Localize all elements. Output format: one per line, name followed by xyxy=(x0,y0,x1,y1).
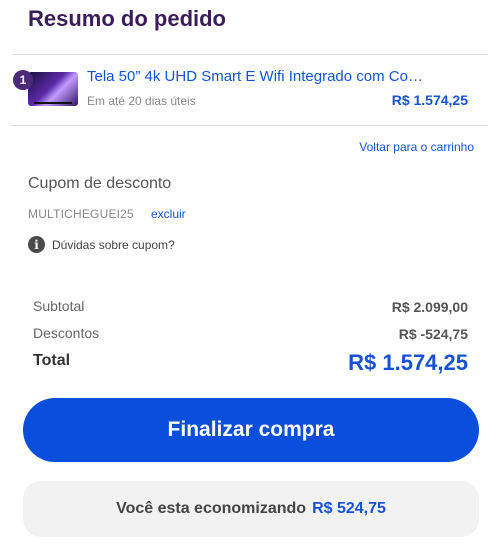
savings-text: Você esta economizando xyxy=(116,500,307,517)
savings-amount: R$ 524,75 xyxy=(312,500,386,517)
product-thumbnail[interactable] xyxy=(28,72,78,106)
discount-label: Descontos xyxy=(33,325,100,341)
checkout-button[interactable]: Finalizar compra xyxy=(23,398,479,462)
page-title: Resumo do pedido xyxy=(28,6,226,31)
coupon-help[interactable]: i Dúvidas sobre cupom? xyxy=(28,236,175,253)
quantity-badge: 1 xyxy=(13,70,33,90)
subtotal-label: Subtotal xyxy=(33,298,85,314)
product-price: R$ 1.574,25 xyxy=(391,92,468,108)
coupon-code: MULTICHEGUEI25 xyxy=(28,207,134,221)
coupon-title: Cupom de desconto xyxy=(28,175,172,192)
subtotal-value: R$ 2.099,00 xyxy=(391,299,468,315)
divider xyxy=(12,125,488,126)
savings-banner: Você esta economizando R$ 524,75 xyxy=(23,481,479,537)
divider xyxy=(12,54,488,55)
total-value: R$ 1.574,25 xyxy=(348,350,468,375)
info-icon: i xyxy=(28,236,45,253)
back-to-cart-link[interactable]: Voltar para o carrinho xyxy=(359,140,474,154)
delivery-estimate: Em até 20 dias úteis xyxy=(87,94,196,108)
coupon-help-text[interactable]: Dúvidas sobre cupom? xyxy=(52,238,175,252)
product-name-link[interactable]: Tela 50” 4k UHD Smart E Wifi Integrado c… xyxy=(87,68,427,85)
remove-coupon-link[interactable]: excluir xyxy=(151,207,186,221)
discount-value: R$ -524,75 xyxy=(398,326,468,342)
total-label: Total xyxy=(33,352,71,369)
